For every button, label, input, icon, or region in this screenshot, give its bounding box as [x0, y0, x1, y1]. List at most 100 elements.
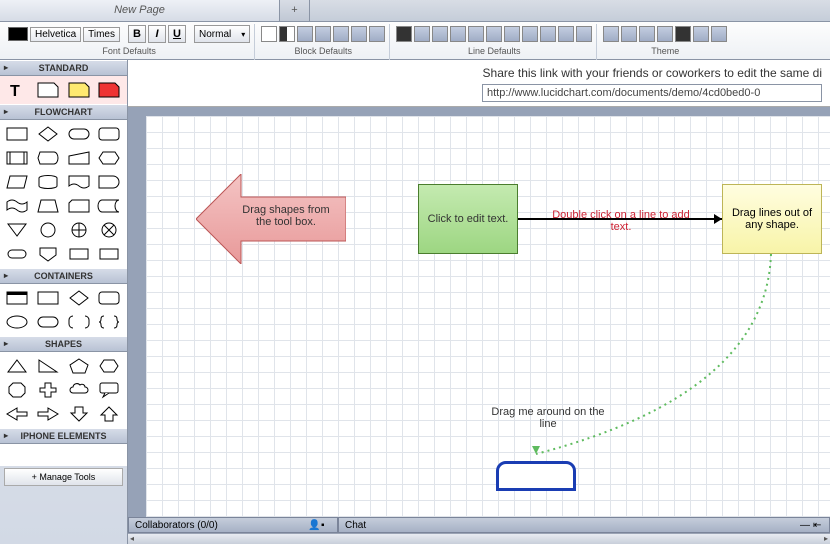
ct-rect[interactable]	[34, 287, 62, 309]
ct-pill[interactable]	[34, 311, 62, 333]
ip-1[interactable]	[3, 447, 25, 463]
underline-button[interactable]: U	[168, 25, 186, 43]
theme-4[interactable]	[657, 26, 673, 42]
line-arrow-2[interactable]	[558, 26, 574, 42]
shape-note-white[interactable]	[34, 79, 62, 101]
fc-rect[interactable]	[3, 123, 31, 145]
shape-note-red[interactable]	[95, 79, 123, 101]
fc-double[interactable]	[3, 147, 31, 169]
theme-1[interactable]	[603, 26, 619, 42]
cat-standard[interactable]: STANDARD	[0, 60, 127, 76]
line-color[interactable]	[396, 26, 412, 42]
line-style-7[interactable]	[522, 26, 538, 42]
drag-label[interactable]: Drag me around on the line	[488, 406, 608, 430]
fc-card[interactable]	[65, 195, 93, 217]
fc-tri[interactable]	[3, 219, 31, 241]
theme-5[interactable]	[675, 26, 691, 42]
sh-arr-u[interactable]	[95, 403, 123, 425]
ip-5[interactable]	[101, 447, 123, 463]
ct-bracket[interactable]	[65, 311, 93, 333]
fc-circ[interactable]	[34, 219, 62, 241]
sh-pent[interactable]	[65, 355, 93, 377]
block-preset-2[interactable]	[315, 26, 331, 42]
drawing-canvas[interactable]: Drag shapes from the tool box. Click to …	[146, 116, 830, 520]
chat-panel[interactable]: Chat —⇤	[338, 517, 830, 533]
sh-arr-d[interactable]	[65, 403, 93, 425]
block-preset-4[interactable]	[351, 26, 367, 42]
theme-2[interactable]	[621, 26, 637, 42]
theme-3[interactable]	[639, 26, 655, 42]
shape-rect-green[interactable]: Click to edit text.	[418, 184, 518, 254]
italic-button[interactable]: I	[148, 25, 166, 43]
fc-off[interactable]	[34, 243, 62, 265]
fc-display[interactable]	[34, 147, 62, 169]
cat-iphone[interactable]: IPHONE ELEMENTS	[0, 428, 127, 444]
horizontal-scrollbar[interactable]	[128, 533, 830, 544]
manage-tools[interactable]: + Manage Tools	[4, 468, 123, 486]
fc-hex[interactable]	[95, 147, 123, 169]
ct-round[interactable]	[95, 287, 123, 309]
share-url-input[interactable]	[482, 84, 822, 102]
fc-term[interactable]	[3, 243, 31, 265]
font-times[interactable]: Times	[83, 27, 120, 42]
sh-cloud[interactable]	[65, 379, 93, 401]
shape-blue-box[interactable]	[496, 461, 576, 491]
connector-label[interactable]: Double click on a line to add text.	[546, 209, 696, 233]
ct-dia[interactable]	[65, 287, 93, 309]
font-helvetica[interactable]: Helvetica	[30, 27, 81, 42]
shape-rect-yellow[interactable]: Drag lines out of any shape.	[722, 184, 822, 254]
line-style-4[interactable]	[468, 26, 484, 42]
font-size-select[interactable]: Normal	[194, 25, 250, 43]
sh-hex[interactable]	[95, 355, 123, 377]
shape-arrow-red[interactable]: Drag shapes from the tool box.	[196, 174, 346, 264]
fc-para[interactable]	[3, 171, 31, 193]
fc-input[interactable]	[65, 147, 93, 169]
fc-stored[interactable]	[95, 195, 123, 217]
collaborators-panel[interactable]: Collaborators (0/0) 👤▪	[128, 517, 338, 533]
line-arrow-3[interactable]	[576, 26, 592, 42]
ip-2[interactable]	[28, 447, 50, 463]
shape-text[interactable]: T	[3, 79, 31, 101]
ip-3[interactable]	[52, 447, 74, 463]
line-style-1[interactable]	[414, 26, 430, 42]
sh-arr-l[interactable]	[3, 403, 31, 425]
fill-white[interactable]	[261, 26, 277, 42]
block-preset-3[interactable]	[333, 26, 349, 42]
fc-trap[interactable]	[34, 195, 62, 217]
fc-round[interactable]	[95, 123, 123, 145]
fc-wave[interactable]	[3, 195, 31, 217]
ip-4[interactable]	[77, 447, 99, 463]
fc-sum[interactable]	[65, 219, 93, 241]
ct-brace[interactable]	[95, 311, 123, 333]
fc-cyl[interactable]	[34, 171, 62, 193]
fc-delay[interactable]	[95, 171, 123, 193]
sh-oct[interactable]	[3, 379, 31, 401]
sh-plus[interactable]	[34, 379, 62, 401]
ct-oval[interactable]	[3, 311, 31, 333]
fill-gradient[interactable]	[279, 26, 295, 42]
line-style-2[interactable]	[432, 26, 448, 42]
sh-tri[interactable]	[3, 355, 31, 377]
fc-blank2[interactable]	[95, 243, 123, 265]
line-arrow-1[interactable]	[540, 26, 556, 42]
cat-flowchart[interactable]: FLOWCHART	[0, 104, 127, 120]
theme-6[interactable]	[693, 26, 709, 42]
block-preset-1[interactable]	[297, 26, 313, 42]
line-style-6[interactable]	[504, 26, 520, 42]
text-color-swatch[interactable]	[8, 27, 28, 41]
shape-note-yellow[interactable]	[65, 79, 93, 101]
fc-pill[interactable]	[65, 123, 93, 145]
ct-frame[interactable]	[3, 287, 31, 309]
fc-diamond[interactable]	[34, 123, 62, 145]
fc-blank1[interactable]	[65, 243, 93, 265]
connector-dotted[interactable]	[526, 254, 786, 464]
sh-rtri[interactable]	[34, 355, 62, 377]
line-style-3[interactable]	[450, 26, 466, 42]
tab-add[interactable]: +	[280, 0, 310, 21]
line-style-5[interactable]	[486, 26, 502, 42]
fc-doc[interactable]	[65, 171, 93, 193]
theme-7[interactable]	[711, 26, 727, 42]
tab-new-page[interactable]: New Page	[0, 0, 280, 21]
fc-or[interactable]	[95, 219, 123, 241]
block-preset-5[interactable]	[369, 26, 385, 42]
